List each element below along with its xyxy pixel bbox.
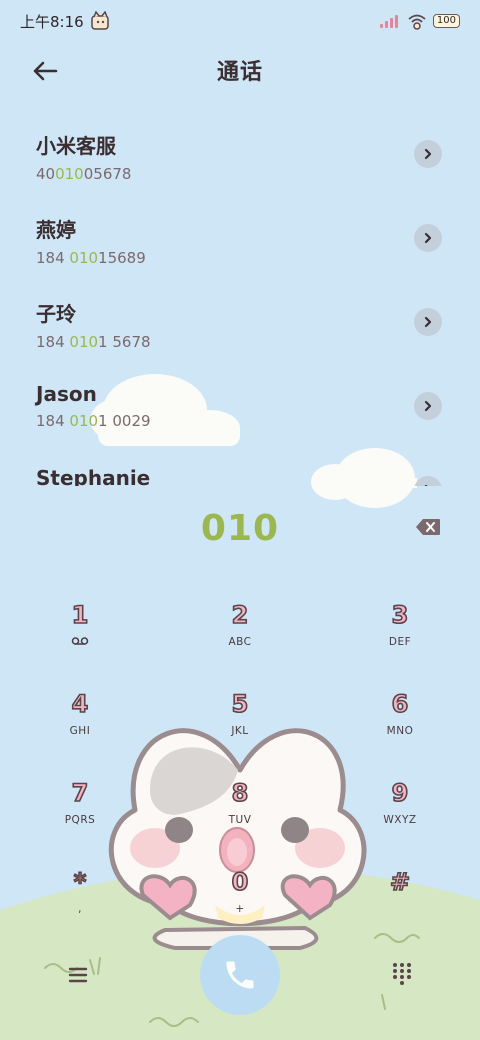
bottom-action-bar (0, 935, 480, 1035)
key-digit: 2 (231, 600, 249, 630)
key-digit: 6 (391, 689, 409, 719)
key-letters: ABC (228, 636, 252, 648)
key-digit: 0 (231, 867, 249, 897)
key-letters: + (235, 903, 245, 915)
signal-icon (379, 15, 398, 28)
phone-icon (226, 961, 254, 989)
menu-button[interactable] (64, 963, 92, 987)
key-digit: 5 (231, 689, 249, 719)
chevron-right-icon (424, 148, 432, 160)
contact-item[interactable]: 燕婷 184 01015689 (0, 196, 480, 280)
key-digit: # (389, 867, 411, 897)
key-digit: 3 (391, 600, 409, 630)
header: 通话 (0, 42, 480, 98)
dial-display: 010 (0, 500, 480, 556)
key-letters: TUV (228, 814, 252, 826)
contact-details-button[interactable] (414, 224, 442, 252)
key-letters: , (78, 903, 82, 915)
contact-item[interactable]: 小米客服 4001005678 (0, 112, 480, 196)
contact-details-button[interactable] (414, 392, 442, 420)
key-letters: PQRS (64, 814, 96, 826)
contact-number: 184 01015689 (36, 249, 146, 267)
key-digit: 4 (71, 689, 89, 719)
notification-cat-icon (90, 11, 109, 30)
wifi-icon (408, 14, 426, 30)
key-digit: 8 (231, 778, 249, 808)
chevron-right-icon (424, 232, 432, 244)
contact-suggestion-list[interactable]: 小米客服 4001005678 燕婷 184 01015689 子玲 184 0… (0, 112, 480, 486)
voicemail-icon (71, 637, 89, 645)
key-letters: WXYZ (383, 814, 417, 826)
dialed-number: 010 (200, 507, 280, 549)
chevron-right-icon (424, 400, 432, 412)
keypad-toggle-button[interactable] (390, 961, 414, 985)
key-1[interactable]: 1 (30, 600, 130, 680)
status-bar: 上午8:16 100 (0, 0, 480, 42)
contact-number: 184 0101 0029 (36, 412, 151, 430)
chevron-right-icon (424, 484, 428, 486)
key-5[interactable]: 5 JKL (190, 689, 290, 769)
backspace-button[interactable] (414, 516, 442, 538)
number-match: 010 (69, 412, 99, 430)
contact-name: Stephanie (36, 466, 151, 486)
key-digit: * (73, 867, 87, 897)
dialpad-icon (393, 963, 411, 985)
number-match: 010 (55, 165, 84, 183)
key-6[interactable]: 6 MNO (350, 689, 450, 769)
key-2[interactable]: 2 ABC (190, 600, 290, 680)
key-9[interactable]: 9 WXYZ (350, 778, 450, 858)
contact-details-button[interactable] (414, 140, 442, 168)
key-digit: 9 (391, 778, 409, 808)
key-letters: DEF (388, 636, 412, 648)
key-7[interactable]: 7 PQRS (30, 778, 130, 858)
battery-indicator: 100 (432, 14, 460, 28)
contact-name: 子玲 (36, 302, 76, 326)
key-4[interactable]: 4 GHI (30, 689, 130, 769)
arrow-left-icon (33, 61, 58, 81)
key-letters: MNO (386, 725, 414, 737)
contact-details-button[interactable] (414, 308, 442, 336)
contact-name: 燕婷 (36, 218, 76, 242)
contact-name: 小米客服 (36, 134, 116, 158)
number-match: 010 (69, 249, 99, 267)
contact-name: Jason (36, 382, 97, 406)
key-3[interactable]: 3 DEF (350, 600, 450, 680)
number-match: 010 (69, 333, 99, 351)
key-digit: 1 (71, 600, 89, 630)
back-button[interactable] (28, 54, 62, 88)
key-digit: 7 (71, 778, 89, 808)
key-letters: GHI (69, 725, 91, 737)
backspace-icon (416, 519, 440, 535)
call-button[interactable] (200, 935, 280, 1015)
contact-number: 184 0101 5678 (36, 333, 151, 351)
contact-item[interactable]: Stephanie (0, 448, 480, 486)
menu-icon (68, 967, 88, 983)
key-8[interactable]: 8 TUV (190, 778, 290, 858)
contact-item[interactable]: Jason 184 0101 0029 (0, 364, 480, 448)
contact-number: 4001005678 (36, 165, 132, 183)
status-time: 上午8:16 (20, 12, 84, 31)
page-title: 通话 (216, 60, 263, 85)
contact-item[interactable]: 子玲 184 0101 5678 (0, 280, 480, 364)
chevron-right-icon (424, 316, 432, 328)
key-letters: JKL (231, 725, 249, 737)
